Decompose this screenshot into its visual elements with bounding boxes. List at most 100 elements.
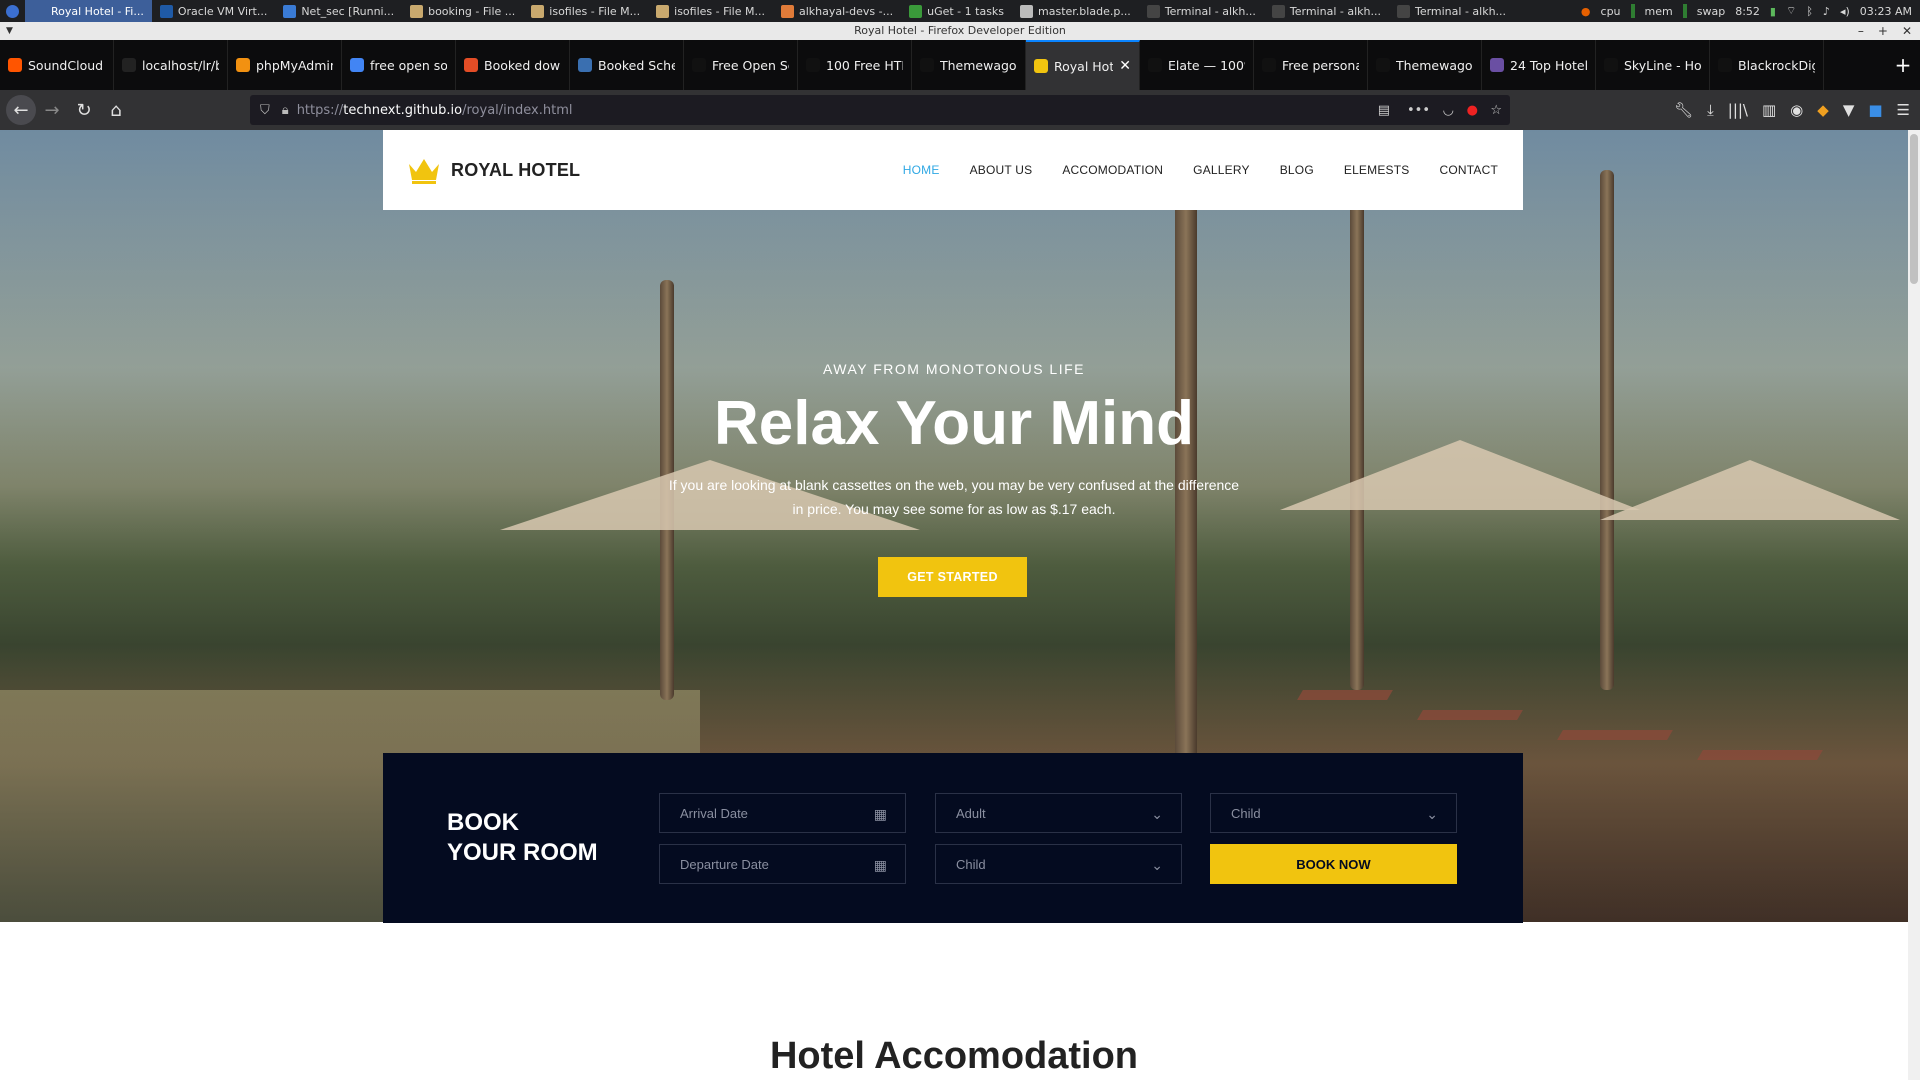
taskbar-item[interactable]: Net_sec [Runni...: [275, 0, 402, 22]
booking-title: BOOK YOUR ROOM: [447, 808, 598, 868]
adult-select[interactable]: Adult ⌄: [935, 793, 1182, 833]
browser-tab[interactable]: free open so: [342, 40, 456, 90]
reader-view-icon[interactable]: ▤: [1378, 103, 1390, 118]
window-menu-icon[interactable]: ▼: [6, 22, 13, 40]
account-icon[interactable]: ◉: [1790, 101, 1803, 119]
hero-description: If you are looking at blank cassettes on…: [668, 477, 1240, 517]
booking-form: BOOK YOUR ROOM Arrival Date ▦ Departure …: [383, 753, 1523, 923]
browser-tab[interactable]: localhost/lr/blog: [114, 40, 228, 90]
addon-1-icon[interactable]: ◆: [1817, 101, 1829, 119]
taskbar-item[interactable]: uGet - 1 tasks: [901, 0, 1012, 22]
nav-about-us[interactable]: ABOUT US: [970, 163, 1033, 177]
clock[interactable]: 03:23 AM: [1860, 5, 1912, 18]
url-bar[interactable]: ⛉ 🔒︎ https://technext.github.io/royal/in…: [250, 95, 1510, 125]
browser-tab[interactable]: Royal Hot ✕: [1026, 40, 1140, 90]
book-now-button[interactable]: BOOK NOW: [1210, 844, 1457, 884]
menu-icon[interactable]: ☰: [1897, 101, 1910, 119]
pocket-icon[interactable]: ◡: [1443, 103, 1454, 118]
library-icon[interactable]: |||\: [1728, 101, 1748, 119]
arrival-date-field[interactable]: Arrival Date ▦: [659, 793, 906, 833]
addon-3-icon[interactable]: ■: [1868, 101, 1882, 119]
tab-title: free open so: [370, 57, 447, 73]
notification-icon[interactable]: ♪: [1823, 5, 1830, 18]
nav-home[interactable]: HOME: [903, 163, 940, 177]
taskbar-item[interactable]: isofiles - File M...: [648, 0, 773, 22]
browser-tab[interactable]: Free Open Sc: [684, 40, 798, 90]
nav-accomodation[interactable]: ACCOMODATION: [1062, 163, 1163, 177]
hero-subtitle: AWAY FROM MONOTONOUS LIFE: [822, 361, 1086, 377]
browser-tab-strip: SoundCloud localhost/lr/blog phpMyAdmin fre…: [0, 40, 1920, 90]
sidebar-icon[interactable]: ▥: [1762, 101, 1776, 119]
maximize-icon[interactable]: +: [1878, 22, 1888, 40]
taskbar-item[interactable]: isofiles - File M...: [523, 0, 648, 22]
start-menu-icon[interactable]: [0, 0, 25, 22]
browser-tab[interactable]: Elate — 100% Fre: [1140, 40, 1254, 90]
close-window-icon[interactable]: ✕: [1902, 22, 1912, 40]
bookmark-star-icon[interactable]: ☆: [1490, 103, 1502, 118]
departure-date-field[interactable]: Departure Date ▦: [659, 844, 906, 884]
app-icon: [33, 4, 46, 18]
reload-button[interactable]: ↻: [68, 94, 100, 126]
site-logo[interactable]: ROYAL HOTEL: [407, 156, 580, 184]
home-button[interactable]: ⌂: [100, 94, 132, 126]
close-tab-icon[interactable]: ✕: [1119, 58, 1131, 74]
favicon-icon: [1718, 58, 1732, 72]
tab-title: Free persona: [1282, 57, 1359, 73]
downloads-icon[interactable]: ⤓: [1707, 101, 1714, 119]
addon-2-icon[interactable]: ▼: [1843, 101, 1855, 119]
taskbar-item[interactable]: Royal Hotel - Fi...: [25, 0, 152, 22]
nav-elements[interactable]: ELEMESTS: [1344, 163, 1410, 177]
devtools-icon[interactable]: 🔧︎: [1674, 101, 1693, 119]
browser-tab[interactable]: Themewagon Liv: [912, 40, 1026, 90]
forward-button[interactable]: →: [36, 94, 68, 126]
browser-tab[interactable]: SoundCloud: [0, 40, 114, 90]
child-select[interactable]: Child ⌄: [935, 844, 1182, 884]
minimize-icon[interactable]: –: [1858, 22, 1864, 40]
taskbar-item[interactable]: Terminal - alkh...: [1389, 0, 1514, 22]
taskbar-item[interactable]: alkhayal-devs -...: [773, 0, 901, 22]
browser-tab[interactable]: Free persona: [1254, 40, 1368, 90]
taskbar-item-label: booking - File ...: [428, 4, 516, 18]
tab-title: SkyLine - Hotel B: [1624, 57, 1701, 73]
page-scrollbar-thumb[interactable]: [1910, 134, 1918, 284]
browser-tab[interactable]: Booked Sche: [570, 40, 684, 90]
firefox-tray-icon[interactable]: ●: [1581, 5, 1591, 18]
taskbar-item[interactable]: booking - File ...: [402, 0, 523, 22]
page-actions-icon[interactable]: •••: [1407, 103, 1430, 118]
wifi-icon[interactable]: ⌔: [1786, 4, 1796, 18]
taskbar-item[interactable]: Terminal - alkh...: [1264, 0, 1389, 22]
app-icon: [909, 4, 923, 18]
crown-icon: [409, 159, 439, 184]
browser-tab[interactable]: SkyLine - Hotel B: [1596, 40, 1710, 90]
volume-icon[interactable]: ◂): [1840, 5, 1850, 18]
battery-icon[interactable]: ▮: [1770, 5, 1776, 18]
extension-icon[interactable]: ●: [1467, 103, 1478, 118]
nav-blog[interactable]: BLOG: [1280, 163, 1314, 177]
child-select-2[interactable]: Child ⌄: [1210, 793, 1457, 833]
browser-tab[interactable]: BlackrockDig: [1710, 40, 1824, 90]
shield-icon[interactable]: ⛉: [260, 103, 270, 118]
window-titlebar: ▼ Royal Hotel - Firefox Developer Editio…: [0, 22, 1920, 40]
nav-contact[interactable]: CONTACT: [1439, 163, 1498, 177]
calendar-icon[interactable]: ▦: [874, 857, 887, 874]
favicon-icon: [1376, 58, 1390, 72]
bluetooth-icon[interactable]: ᛒ: [1806, 5, 1813, 18]
nav-gallery[interactable]: GALLERY: [1193, 163, 1250, 177]
back-button[interactable]: ←: [6, 95, 36, 125]
tab-title: Free Open Sc: [712, 57, 789, 73]
browser-tab[interactable]: 100 Free HTM: [798, 40, 912, 90]
browser-tab[interactable]: Themewagon Liv: [1368, 40, 1482, 90]
taskbar-item[interactable]: Terminal - alkh...: [1139, 0, 1264, 22]
browser-tab[interactable]: Booked dow: [456, 40, 570, 90]
lock-icon[interactable]: 🔒︎: [282, 103, 289, 118]
new-tab-button[interactable]: +: [1886, 53, 1920, 77]
browser-tab[interactable]: 24 Top Hotel: [1482, 40, 1596, 90]
taskbar-item[interactable]: Oracle VM Virt...: [152, 0, 275, 22]
calendar-icon[interactable]: ▦: [874, 806, 887, 823]
browser-tab[interactable]: phpMyAdmin: [228, 40, 342, 90]
tab-title: Booked Sche: [598, 57, 675, 73]
taskbar-item-label: Oracle VM Virt...: [177, 4, 268, 18]
hero-title: Relax Your Mind: [713, 389, 1194, 458]
taskbar-item[interactable]: master.blade.p...: [1012, 0, 1139, 22]
get-started-button[interactable]: GET STARTED: [878, 557, 1027, 597]
